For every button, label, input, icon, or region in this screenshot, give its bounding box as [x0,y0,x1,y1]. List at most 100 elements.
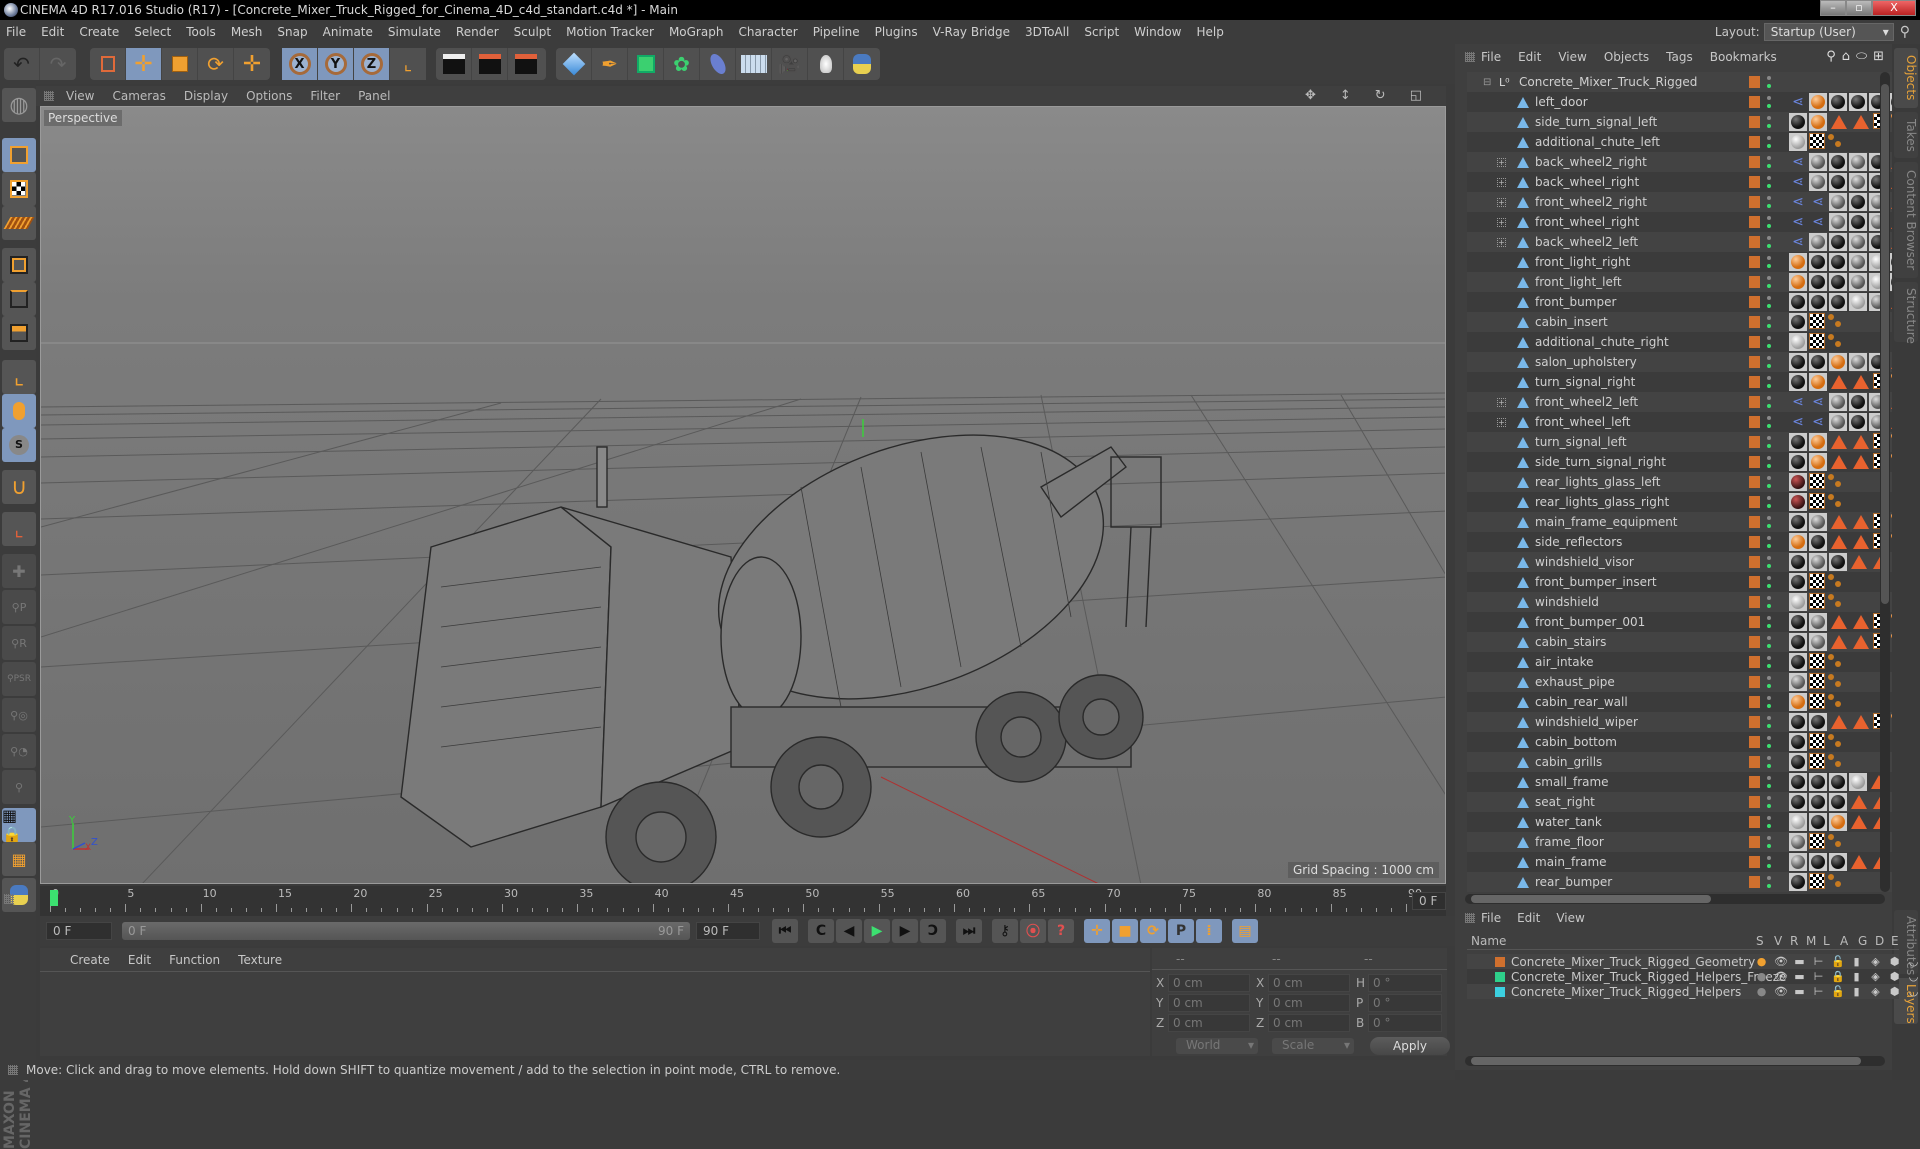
ik-tag-icon[interactable]: ⋖ [1789,213,1807,231]
object-row[interactable]: cabin_bottom [1467,732,1897,752]
position-field[interactable]: 0 cm [1168,1014,1250,1032]
visibility-dots[interactable] [1767,515,1771,529]
object-row[interactable]: front_light_left [1467,272,1897,292]
undo-button[interactable]: ↶ [4,48,40,80]
phong-tag-icon[interactable] [1853,435,1869,449]
texture-checker-tag-icon[interactable] [1809,653,1825,669]
texture-checker-tag-icon[interactable] [1809,573,1825,589]
material-tag-icon[interactable] [1809,253,1827,271]
material-tag-icon[interactable] [1809,633,1827,651]
menu-edit[interactable]: Edit [41,25,64,39]
material-tag-icon[interactable] [1789,713,1807,731]
object-row[interactable]: main_frame [1467,852,1897,872]
position-field[interactable]: 0 cm [1168,974,1250,992]
texture-checker-tag-icon[interactable] [1809,693,1825,709]
rotate-tool-button[interactable]: ⟳ [198,48,234,80]
manager-tree-icon[interactable]: ⊢ [1812,970,1825,983]
material-tag-icon[interactable] [1809,553,1827,571]
object-row[interactable]: exhaust_pipe [1467,672,1897,692]
menu-plugins[interactable]: Plugins [875,25,918,39]
layer-color-swatch[interactable] [1749,156,1760,168]
material-tag-icon[interactable] [1829,93,1847,111]
layer-color-swatch[interactable] [1749,336,1760,348]
ik-r-button[interactable]: ⚲R [2,626,36,660]
perspective-viewport[interactable]: Y Z X Perspective Grid Spacing : 1000 cm [40,106,1446,884]
expand-icon[interactable]: + [1497,217,1506,227]
material-tag-icon[interactable] [1789,353,1807,371]
material-tag-icon[interactable] [1789,633,1807,651]
render-picture-viewer-button[interactable] [472,48,508,80]
menu-help[interactable]: Help [1196,25,1223,39]
uvw-tag-icon[interactable] [1827,873,1843,889]
material-tag-icon[interactable] [1809,533,1827,551]
material-tag-icon[interactable] [1789,833,1807,851]
expressions-icon[interactable]: ◡ [1907,985,1920,998]
phong-tag-icon[interactable] [1831,535,1847,549]
visibility-dots[interactable] [1767,835,1771,849]
coordinate-system-button[interactable]: ⌞ [390,48,426,80]
pan-icon[interactable]: ✥ [1305,88,1316,103]
menu-motion-tracker[interactable]: Motion Tracker [566,25,654,39]
phong-tag-icon[interactable] [1831,715,1847,729]
playhead[interactable] [50,890,58,906]
material-tag-icon[interactable] [1829,153,1847,171]
timeline-ruler[interactable]: 051015202530354045505560657075808590 0 F [4,886,1446,916]
material-tag-icon[interactable] [1809,773,1827,791]
material-tag-icon[interactable] [1829,813,1847,831]
menu-character[interactable]: Character [738,25,797,39]
visibility-dots[interactable] [1767,275,1771,289]
phong-tag-icon[interactable] [1831,375,1847,389]
object-row[interactable]: cabin_grills [1467,752,1897,772]
viewport-menu-view[interactable]: View [66,89,94,103]
ik-tag-icon[interactable]: ⋖ [1789,173,1807,191]
material-tag-icon[interactable] [1849,173,1867,191]
workplane-mode-button[interactable] [2,206,36,240]
viewport-menu-filter[interactable]: Filter [310,89,340,103]
visibility-dots[interactable] [1767,135,1771,149]
layer-color-swatch[interactable] [1749,616,1760,628]
camera-label[interactable]: Perspective [44,110,122,126]
phong-tag-icon[interactable] [1831,515,1847,529]
render-clapper-icon[interactable]: ▬ [1793,970,1806,983]
layer-color-swatch[interactable] [1749,536,1760,548]
material-tag-icon[interactable] [1789,333,1807,351]
lock-open-icon[interactable]: 🔓 [1831,985,1845,998]
expand-icon[interactable]: + [1497,157,1506,167]
phong-tag-icon[interactable] [1853,455,1869,469]
edges-mode-button[interactable] [2,282,36,316]
manager-tree-icon[interactable]: ⊢ [1812,955,1825,968]
layer-color-swatch[interactable] [1749,296,1760,308]
material-tag-icon[interactable] [1789,793,1807,811]
object-row[interactable]: cabin_stairs [1467,632,1897,652]
ik-target-button[interactable]: ⚲◎ [2,698,36,732]
ik-tag-icon[interactable]: ⋖ [1789,413,1807,431]
layer-color-swatch[interactable] [1749,796,1760,808]
ik-psr-button[interactable]: ⚲PSR [2,662,36,696]
material-tag-icon[interactable] [1789,373,1807,391]
transform-type-dropdown[interactable]: Scale ▾ [1272,1038,1354,1054]
visibility-dots[interactable] [1767,495,1771,509]
tweak-mode-button[interactable] [2,394,36,428]
menu-select[interactable]: Select [134,25,171,39]
rotate-key-button[interactable]: ⟳ [1140,919,1166,943]
material-tag-icon[interactable] [1829,173,1847,191]
point-level-animation-button[interactable]: ⁞ [1196,919,1222,943]
phong-tag-icon[interactable] [1831,615,1847,629]
ik-pole-button[interactable]: ⚲◔ [2,734,36,768]
material-tag-icon[interactable] [1809,153,1827,171]
pen-button[interactable]: ✒ [592,48,628,80]
keyframe-selection-button[interactable]: ? [1048,919,1074,943]
previous-frame-button[interactable]: ◀ [836,919,862,943]
object-row[interactable]: cabin_insert [1467,312,1897,332]
ik-tag-icon[interactable]: ⋖ [1789,93,1807,111]
record-button[interactable]: ⦿ [1020,919,1046,943]
material-tag-icon[interactable] [1789,613,1807,631]
layer-color-swatch[interactable] [1749,856,1760,868]
texture-mode-button[interactable] [2,172,36,206]
material-tag-icon[interactable] [1789,593,1807,611]
layer-color-swatch[interactable] [1749,316,1760,328]
material-menu-function[interactable]: Function [169,953,220,967]
visibility-dots[interactable] [1767,155,1771,169]
texture-checker-tag-icon[interactable] [1809,753,1825,769]
autokey-off-button[interactable]: ⚷ [992,919,1018,943]
